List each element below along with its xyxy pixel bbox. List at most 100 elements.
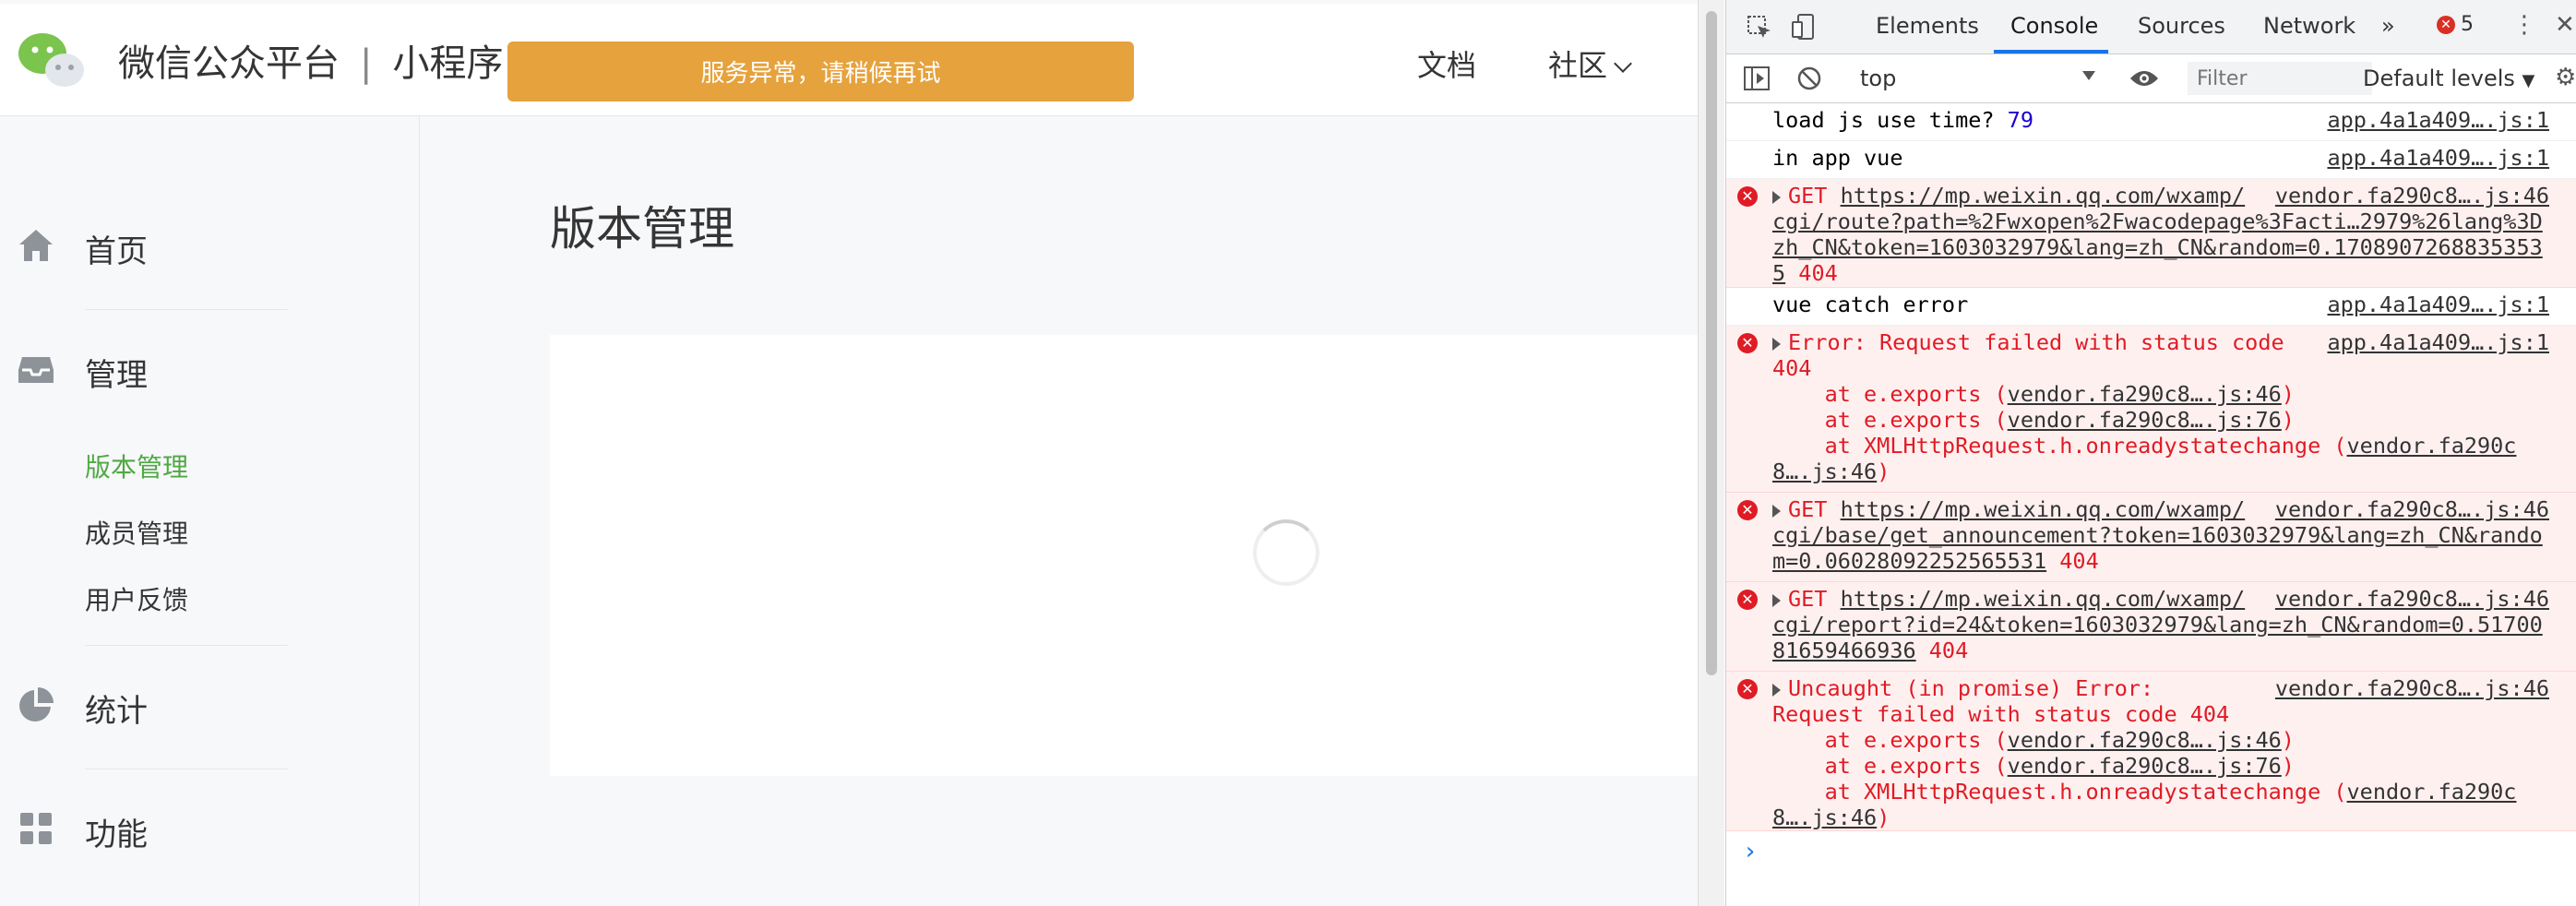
- sidebar-item-version-mgmt[interactable]: 版本管理: [85, 447, 188, 484]
- settings-gear-icon[interactable]: ⚙: [2555, 64, 2576, 91]
- content-card: [550, 335, 1698, 776]
- message-number: 79: [2007, 107, 2033, 133]
- stack-link[interactable]: vendor.fa290c8….js:46: [2008, 727, 2282, 753]
- page-scrollbar[interactable]: [1698, 0, 1724, 906]
- error-circle-icon: ✕: [2437, 16, 2455, 34]
- expand-triangle-icon[interactable]: [1772, 594, 1781, 607]
- error-count: 5: [2461, 13, 2474, 36]
- inspect-element-icon[interactable]: [1747, 15, 1772, 41]
- sidebar-toggle-icon[interactable]: [1743, 66, 1771, 91]
- source-link[interactable]: vendor.fa290c8….js:46: [2275, 586, 2549, 612]
- expand-triangle-icon[interactable]: [1772, 684, 1781, 697]
- request-url[interactable]: https://mp.weixin.qq.com/wxamp/: [1841, 183, 2246, 209]
- tab-elements[interactable]: Elements: [1876, 13, 1979, 39]
- stack-link[interactable]: vendor.fa290c: [2347, 779, 2517, 805]
- request-url[interactable]: cgi/base/get_announcement?token=16030329…: [1772, 522, 2543, 548]
- source-link[interactable]: vendor.fa290c8….js:46: [2275, 675, 2549, 701]
- community-label: 社区: [1548, 48, 1608, 83]
- eye-icon[interactable]: [2129, 67, 2160, 89]
- status-code: 404: [1915, 638, 1969, 663]
- source-link[interactable]: vendor.fa290c8….js:46: [2275, 183, 2549, 209]
- stack-frame: at XMLHttpRequest.h.onreadystatechange (: [1772, 433, 2347, 459]
- console-error: ✕ GET https://mp.weixin.qq.com/wxamp/ cg…: [1726, 493, 2576, 582]
- wechat-logo-icon[interactable]: [17, 30, 85, 89]
- expand-triangle-icon[interactable]: [1772, 505, 1781, 518]
- sidebar-divider: [85, 645, 288, 646]
- source-link[interactable]: app.4a1a409….js:1: [2327, 329, 2549, 355]
- brand-title[interactable]: 微信公众平台 | 小程序: [118, 33, 503, 87]
- console-error: ✕ GET https://mp.weixin.qq.com/wxamp/ cg…: [1726, 179, 2576, 288]
- stack-link[interactable]: vendor.fa290c8….js:76: [2008, 753, 2282, 779]
- request-url[interactable]: cgi/route?path=%2Fwxopen%2Fwacodepage%3F…: [1772, 209, 2543, 234]
- request-url[interactable]: 81659466936: [1772, 638, 1916, 663]
- clear-console-icon[interactable]: [1796, 66, 1822, 91]
- close-icon[interactable]: ✕: [2555, 11, 2575, 39]
- stack-link[interactable]: vendor.fa290c: [2347, 433, 2517, 459]
- error-icon: ✕: [1737, 590, 1758, 610]
- pie-chart-icon: [19, 687, 54, 721]
- expand-triangle-icon[interactable]: [1772, 191, 1781, 204]
- console-message: in app vue app.4a1a409….js:1: [1726, 141, 2576, 179]
- expand-triangle-icon[interactable]: [1772, 338, 1781, 351]
- console-message: load js use time? 79 app.4a1a409….js:1: [1726, 103, 2576, 141]
- stack-link[interactable]: vendor.fa290c8….js:46: [2008, 381, 2282, 407]
- devtools-tab-bar: Elements Console Sources Network » ✕ 5 ⋮ …: [1726, 0, 2576, 54]
- tab-network[interactable]: Network: [2263, 13, 2355, 39]
- top-header: 微信公众平台 | 小程序 服务异常，请稍候再试 文档 社区: [0, 4, 1698, 116]
- sidebar-item-manage[interactable]: 管理: [85, 350, 148, 395]
- more-tabs-button[interactable]: »: [2381, 13, 2395, 39]
- error-text: Uncaught (in promise) Error:: [1788, 675, 2154, 701]
- error-count-badge[interactable]: ✕ 5: [2437, 13, 2474, 36]
- source-link[interactable]: app.4a1a409….js:1: [2327, 145, 2549, 171]
- product-name: 小程序: [392, 42, 504, 85]
- stack-frame: at e.exports (: [1772, 753, 2008, 779]
- request-url[interactable]: 5: [1772, 260, 1785, 286]
- request-url[interactable]: cgi/report?id=24&token=1603032979&lang=z…: [1772, 612, 2543, 638]
- error-text: Error: Request failed with status code: [1788, 329, 2284, 355]
- sidebar-divider: [85, 309, 288, 310]
- console-error: ✕ Error: Request failed with status code…: [1726, 326, 2576, 493]
- sidebar-item-features[interactable]: 功能: [85, 809, 148, 854]
- console-log: load js use time? 79 app.4a1a409….js:1 i…: [1726, 103, 2576, 906]
- stack-frame: at e.exports (: [1772, 727, 2008, 753]
- message-label: load js use time?: [1772, 107, 2008, 133]
- error-icon: ✕: [1737, 333, 1758, 353]
- sidebar-item-home[interactable]: 首页: [85, 226, 148, 271]
- log-levels-label: Default levels: [2363, 66, 2515, 91]
- console-error: ✕ Uncaught (in promise) Error: Request f…: [1726, 672, 2576, 831]
- request-url[interactable]: https://mp.weixin.qq.com/wxamp/: [1841, 586, 2246, 612]
- sidebar-item-stats[interactable]: 统计: [85, 685, 148, 731]
- inbox-icon: [18, 357, 54, 383]
- stack-link[interactable]: 8….js:46: [1772, 805, 1877, 830]
- source-link[interactable]: vendor.fa290c8….js:46: [2275, 496, 2549, 522]
- stack-link[interactable]: vendor.fa290c8….js:76: [2008, 407, 2282, 433]
- tab-console[interactable]: Console: [2010, 13, 2098, 39]
- source-link[interactable]: app.4a1a409….js:1: [2327, 107, 2549, 133]
- docs-link[interactable]: 文档: [1417, 42, 1476, 85]
- sidebar-item-feedback[interactable]: 用户反馈: [85, 580, 188, 617]
- console-prompt[interactable]: ›: [1743, 838, 1758, 865]
- device-toolbar-icon[interactable]: [1791, 13, 1817, 41]
- log-levels-dropdown[interactable]: Default levels ▼: [2363, 66, 2534, 91]
- request-url[interactable]: m=0.06028092252565531: [1772, 548, 2046, 574]
- tab-sources[interactable]: Sources: [2138, 13, 2225, 39]
- grid-icon: [20, 813, 52, 844]
- mini-program-admin: 微信公众平台 | 小程序 服务异常，请稍候再试 文档 社区 首页 管理 版本管理 成…: [0, 0, 1698, 906]
- scrollbar-thumb[interactable]: [1706, 11, 1717, 675]
- request-url[interactable]: https://mp.weixin.qq.com/wxamp/: [1841, 496, 2246, 522]
- sidebar-item-member-mgmt[interactable]: 成员管理: [85, 514, 188, 551]
- http-method: GET: [1788, 496, 1841, 522]
- kebab-menu-icon[interactable]: ⋮: [2512, 11, 2536, 39]
- context-selector[interactable]: top: [1860, 66, 1896, 91]
- request-url[interactable]: zh_CN&token=1603032979&lang=zh_CN&random…: [1772, 234, 2543, 260]
- brand-separator: |: [360, 42, 373, 85]
- chevron-down-icon: [1614, 54, 1632, 73]
- source-link[interactable]: app.4a1a409….js:1: [2327, 292, 2549, 317]
- filter-input[interactable]: [2188, 62, 2372, 95]
- error-icon: ✕: [1737, 500, 1758, 520]
- community-menu[interactable]: 社区: [1548, 42, 1632, 85]
- sidebar: 首页 管理 版本管理 成员管理 用户反馈 统计 功能: [0, 115, 420, 906]
- service-error-banner: 服务异常，请稍候再试: [507, 42, 1134, 101]
- page-title: 版本管理: [550, 202, 734, 256]
- stack-link[interactable]: 8….js:46: [1772, 459, 1877, 484]
